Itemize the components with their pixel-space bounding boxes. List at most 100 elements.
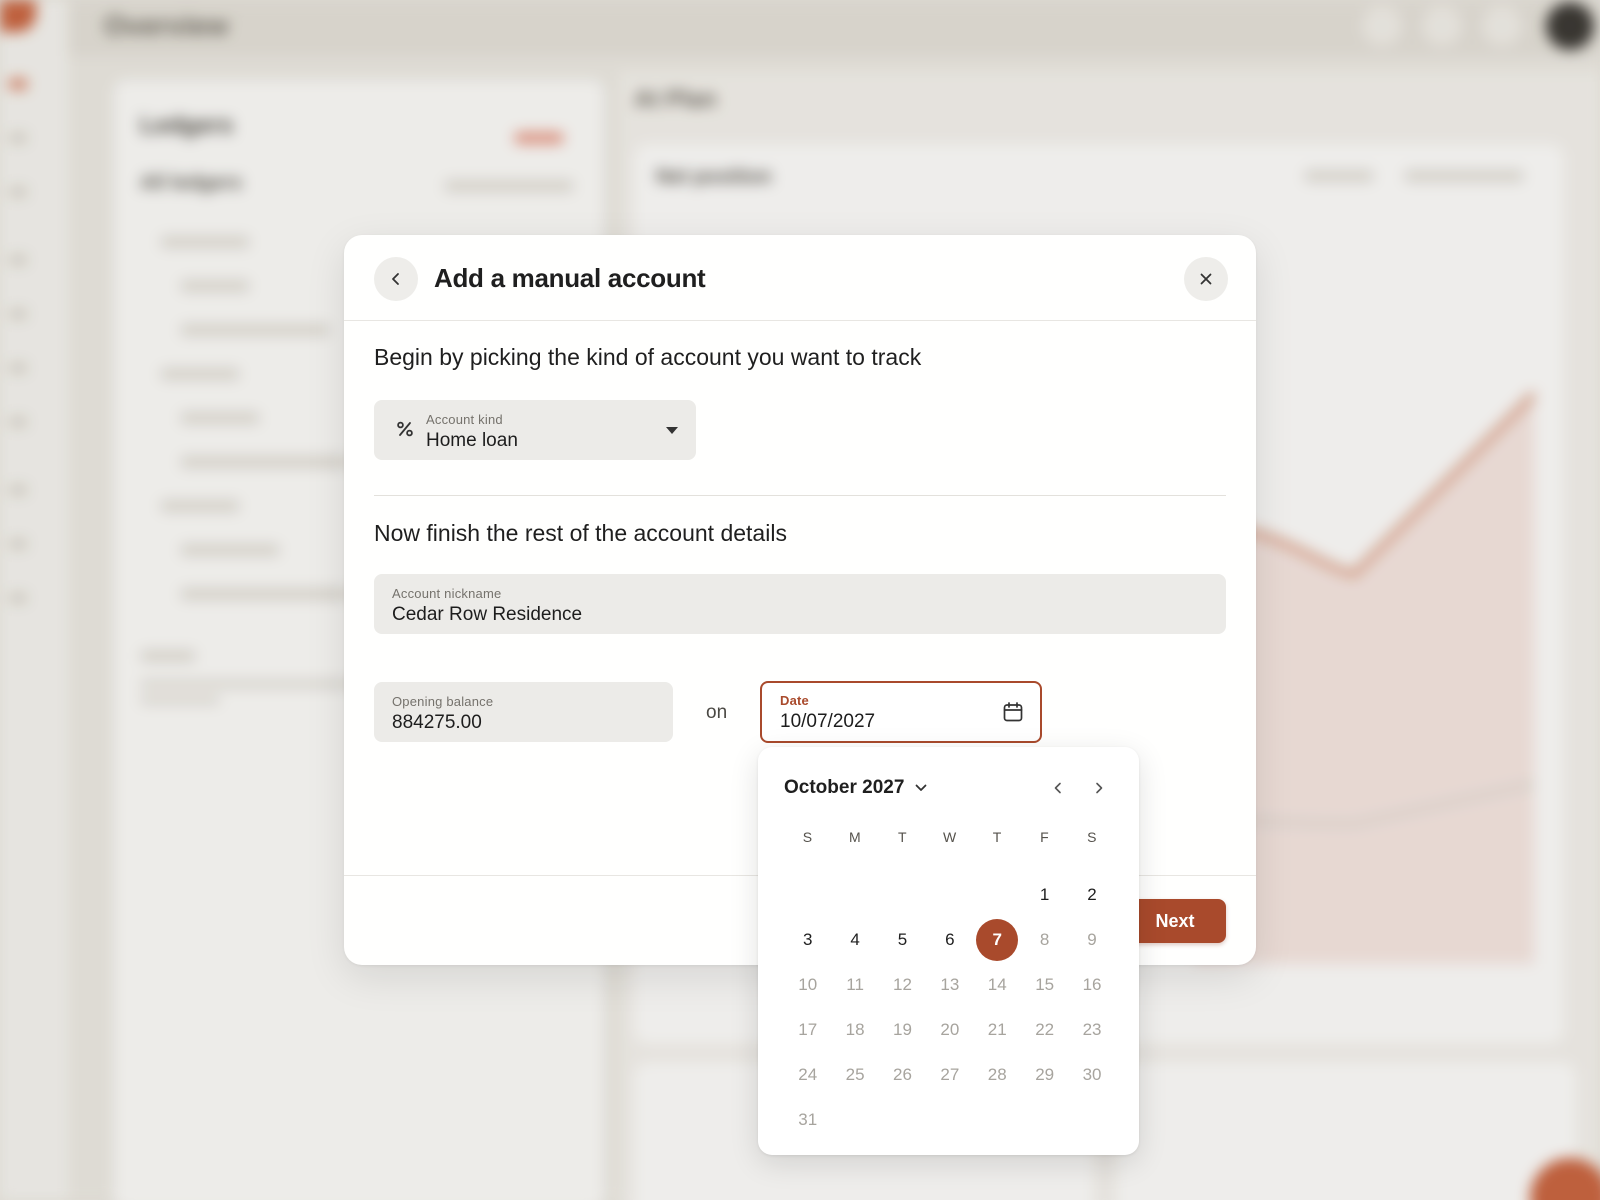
date-picker-popover: October 2027 S M T W T F S 1 2 3 4 5 6 7 8 9 10 11… (758, 747, 1139, 1155)
day-number: 14 (987, 974, 1007, 994)
next-month-button[interactable] (1084, 773, 1114, 803)
weekday-header: S M T W T F S (784, 829, 1116, 845)
day-26[interactable]: 26 (879, 1052, 926, 1097)
day-number: 15 (1035, 974, 1055, 994)
account-kind-value: Home loan (426, 430, 518, 451)
week-row: 10 11 12 13 14 15 16 (784, 962, 1116, 1007)
caret-down-icon (666, 427, 678, 434)
day-8[interactable]: 8 (1021, 917, 1068, 962)
account-nickname-label: Account nickname (392, 586, 502, 601)
day-30[interactable]: 30 (1068, 1052, 1115, 1097)
chevron-right-icon (1096, 782, 1103, 794)
percent-icon (397, 421, 413, 437)
day-19[interactable]: 19 (879, 1007, 926, 1052)
weekday-label: T (992, 829, 1002, 845)
day-number: 8 (1039, 929, 1050, 949)
empty-day-cell (1068, 1097, 1115, 1142)
day-17[interactable]: 17 (784, 1007, 831, 1052)
day-12[interactable]: 12 (879, 962, 926, 1007)
empty-day-cell (926, 872, 973, 917)
day-15[interactable]: 15 (1021, 962, 1068, 1007)
day-number: 9 (1087, 929, 1097, 949)
day-11[interactable]: 11 (831, 962, 878, 1007)
chevron-left-icon (392, 273, 399, 285)
day-number: 24 (798, 1064, 818, 1084)
day-2[interactable]: 2 (1068, 872, 1115, 917)
day-number: 29 (1035, 1064, 1055, 1084)
day-number: 11 (846, 974, 864, 994)
day-number: 4 (850, 929, 860, 949)
day-10[interactable]: 10 (784, 962, 831, 1007)
week-row: 31 (784, 1097, 1116, 1142)
day-18[interactable]: 18 (831, 1007, 878, 1052)
opening-balance-value: 884275.00 (392, 712, 482, 733)
day-number: 1 (1039, 884, 1050, 904)
date-field[interactable]: Date 10/07/2027 (760, 681, 1042, 743)
day-1[interactable]: 1 (1021, 872, 1068, 917)
empty-day-cell (879, 1097, 926, 1142)
day-number: 30 (1082, 1064, 1102, 1084)
day-3[interactable]: 3 (784, 917, 831, 962)
month-select-button[interactable]: October 2027 (784, 777, 928, 799)
day-29[interactable]: 29 (1021, 1052, 1068, 1097)
day-number: 22 (1035, 1019, 1055, 1039)
day-number: 10 (798, 974, 818, 994)
modal-header: Add a manual account (344, 235, 1256, 321)
day-20[interactable]: 20 (926, 1007, 973, 1052)
empty-day-cell (974, 1097, 1021, 1142)
day-13[interactable]: 13 (926, 962, 973, 1007)
empty-day-cell (926, 1097, 973, 1142)
empty-day-cell (831, 872, 878, 917)
day-25[interactable]: 25 (831, 1052, 878, 1097)
day-24[interactable]: 24 (784, 1052, 831, 1097)
day-23[interactable]: 23 (1068, 1007, 1115, 1052)
day-4[interactable]: 4 (831, 917, 878, 962)
day-6[interactable]: 6 (926, 917, 973, 962)
day-number: 27 (940, 1064, 960, 1084)
account-kind-label: Account kind (426, 412, 503, 427)
next-button[interactable]: Next (1124, 899, 1226, 943)
day-number: 26 (893, 1064, 912, 1084)
account-nickname-value: Cedar Row Residence (392, 604, 583, 625)
day-22[interactable]: 22 (1021, 1007, 1068, 1052)
account-nickname-field[interactable]: Account nickname Cedar Row Residence (374, 574, 1226, 634)
day-number: 25 (845, 1064, 865, 1084)
weekday-label: M (849, 829, 862, 845)
day-number: 23 (1082, 1019, 1102, 1039)
day-number: 3 (802, 929, 813, 949)
day-5[interactable]: 5 (879, 917, 926, 962)
day-number: 18 (845, 1019, 865, 1039)
opening-balance-field[interactable]: Opening balance 884275.00 (374, 682, 673, 742)
chevron-left-icon (1054, 782, 1061, 794)
close-button[interactable] (1184, 257, 1228, 301)
day-number: 7 (976, 918, 1019, 961)
back-button[interactable] (374, 257, 418, 301)
opening-balance-label: Opening balance (392, 694, 494, 709)
week-row: 3 4 5 6 78 9 (784, 917, 1116, 962)
chevron-down-icon (916, 784, 927, 791)
empty-day-cell (1021, 1097, 1068, 1142)
day-7[interactable]: 7 (974, 917, 1021, 962)
day-number: 16 (1082, 974, 1102, 994)
day-14[interactable]: 14 (974, 962, 1021, 1007)
day-number: 20 (940, 1019, 960, 1039)
day-16[interactable]: 16 (1068, 962, 1115, 1007)
month-label: October 2027 (784, 777, 905, 798)
day-9[interactable]: 9 (1068, 917, 1115, 962)
day-28[interactable]: 28 (974, 1052, 1021, 1097)
day-number: 28 (987, 1064, 1007, 1084)
empty-day-cell (831, 1097, 878, 1142)
calendar-icon[interactable] (1002, 701, 1024, 723)
day-21[interactable]: 21 (974, 1007, 1021, 1052)
previous-month-button[interactable] (1043, 773, 1073, 803)
day-31[interactable]: 31 (784, 1097, 831, 1142)
section-divider (374, 495, 1226, 496)
day-number: 5 (897, 929, 908, 949)
day-number: 19 (893, 1019, 912, 1039)
weekday-label: S (1087, 829, 1097, 845)
day-number: 2 (1087, 884, 1097, 904)
day-number: 13 (940, 974, 960, 994)
account-kind-select[interactable]: Account kind Home loan (374, 400, 696, 460)
day-number: 21 (987, 1019, 1007, 1039)
day-27[interactable]: 27 (926, 1052, 973, 1097)
